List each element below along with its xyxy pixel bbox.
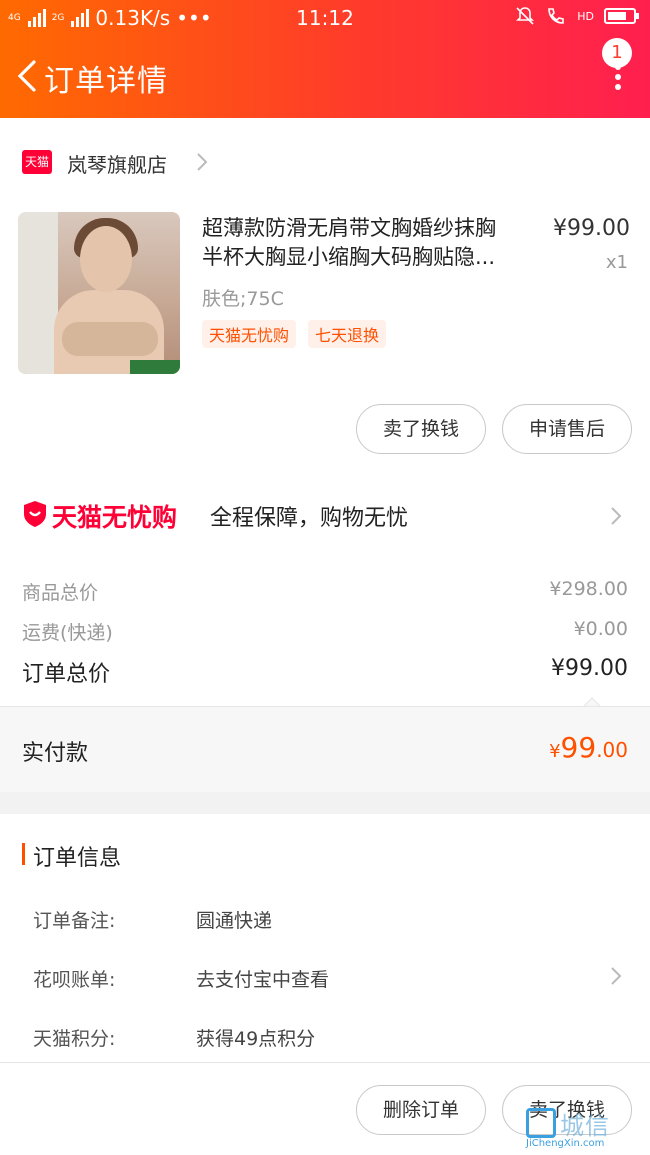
- battery-icon: [604, 8, 639, 24]
- product-title[interactable]: 超薄款防滑无肩带文胸婚纱抹胸 半杯大胸显小缩胸大码胸贴隐...: [202, 214, 538, 272]
- navbar: 订单详情 1: [0, 38, 650, 110]
- shipping-label: 运费(快递): [22, 622, 113, 644]
- guarantee-brand: 天猫无忧购: [52, 503, 178, 532]
- product-sku: 肤色;75C: [202, 288, 284, 310]
- status-right: HD: [515, 6, 639, 26]
- status-bar: 4G 2G 0.13K/s ••• 11:12 HD: [0, 0, 650, 36]
- hd-label: HD: [577, 9, 594, 23]
- header: 4G 2G 0.13K/s ••• 11:12 HD 订单详情 1: [0, 0, 650, 118]
- watermark-en: JiChengXin.com: [526, 1138, 605, 1149]
- chevron-right-icon: [611, 967, 622, 985]
- order-note-value: 圆通快递: [196, 910, 273, 932]
- product-image[interactable]: [18, 212, 180, 374]
- paid-integer: 99: [560, 731, 597, 764]
- guarantee-row[interactable]: 天猫无忧购 全程保障，购物无忧: [0, 486, 650, 546]
- paid-label: 实付款: [22, 741, 89, 766]
- watermark-cn: 城信: [560, 1112, 610, 1140]
- watermark: 城信 JiChengXin.com: [526, 1104, 638, 1150]
- tag-seven-day-return: 七天退换: [308, 320, 387, 348]
- paid-row: 实付款 ¥99.00: [0, 706, 650, 792]
- sell-button[interactable]: 卖了换钱: [356, 404, 486, 454]
- points-label: 天猫积分:: [33, 1028, 116, 1050]
- guarantee-text: 全程保障，购物无忧: [210, 506, 409, 531]
- order-total-label: 订单总价: [22, 662, 111, 687]
- shipping-value: ¥0.00: [573, 618, 628, 640]
- shield-icon: [24, 501, 46, 527]
- shipping-row: 运费(快递) ¥0.00: [22, 618, 628, 645]
- product-title-line1: 超薄款防滑无肩带文胸婚纱抹胸: [202, 216, 496, 240]
- order-detail-screen: 4G 2G 0.13K/s ••• 11:12 HD 订单详情 1 天猫 岚琴旗…: [0, 0, 650, 1155]
- goods-total-value: ¥298.00: [549, 578, 628, 600]
- product-price: ¥99.00: [553, 216, 630, 241]
- bell-muted-icon: [516, 7, 535, 25]
- product-title-line2: 半杯大胸显小缩胸大码胸贴隐...: [202, 245, 496, 269]
- tag-worry-free: 天猫无忧购: [202, 320, 297, 348]
- goods-total-row: 商品总价 ¥298.00: [22, 578, 628, 605]
- tmall-logo: 天猫: [22, 150, 52, 174]
- product-tags: 天猫无忧购 七天退换: [202, 320, 387, 348]
- goods-total-label: 商品总价: [22, 582, 99, 604]
- store-row[interactable]: 天猫 岚琴旗舰店: [0, 130, 650, 194]
- delete-order-button[interactable]: 删除订单: [356, 1085, 486, 1135]
- order-total-value: ¥99.00: [551, 656, 628, 681]
- paid-decimal: .00: [596, 738, 628, 762]
- paid-currency: ¥: [549, 741, 561, 762]
- huabei-label: 花呗账单:: [33, 969, 116, 991]
- order-total-row: 订单总价 ¥99.00: [22, 656, 628, 688]
- order-info-title: 订单信息: [33, 846, 122, 871]
- points-value: 获得49点积分: [196, 1028, 316, 1050]
- notification-badge[interactable]: 1: [602, 38, 632, 68]
- section-divider: [0, 792, 650, 814]
- product-quantity: x1: [605, 252, 628, 273]
- huabei-value[interactable]: 去支付宝中查看: [196, 965, 329, 992]
- watermark-logo: [526, 1108, 556, 1138]
- phone-hd-icon: [548, 8, 565, 24]
- paid-value: ¥99.00: [549, 731, 628, 764]
- after-sale-button[interactable]: 申请售后: [502, 404, 632, 454]
- back-arrow-icon[interactable]: [12, 58, 42, 94]
- chevron-right-icon: [611, 507, 622, 525]
- order-note-label: 订单备注:: [33, 910, 116, 932]
- store-name[interactable]: 岚琴旗舰店: [67, 149, 167, 178]
- chevron-right-icon: [197, 153, 208, 171]
- section-accent-bar: [22, 843, 25, 865]
- page-title: 订单详情: [44, 64, 168, 99]
